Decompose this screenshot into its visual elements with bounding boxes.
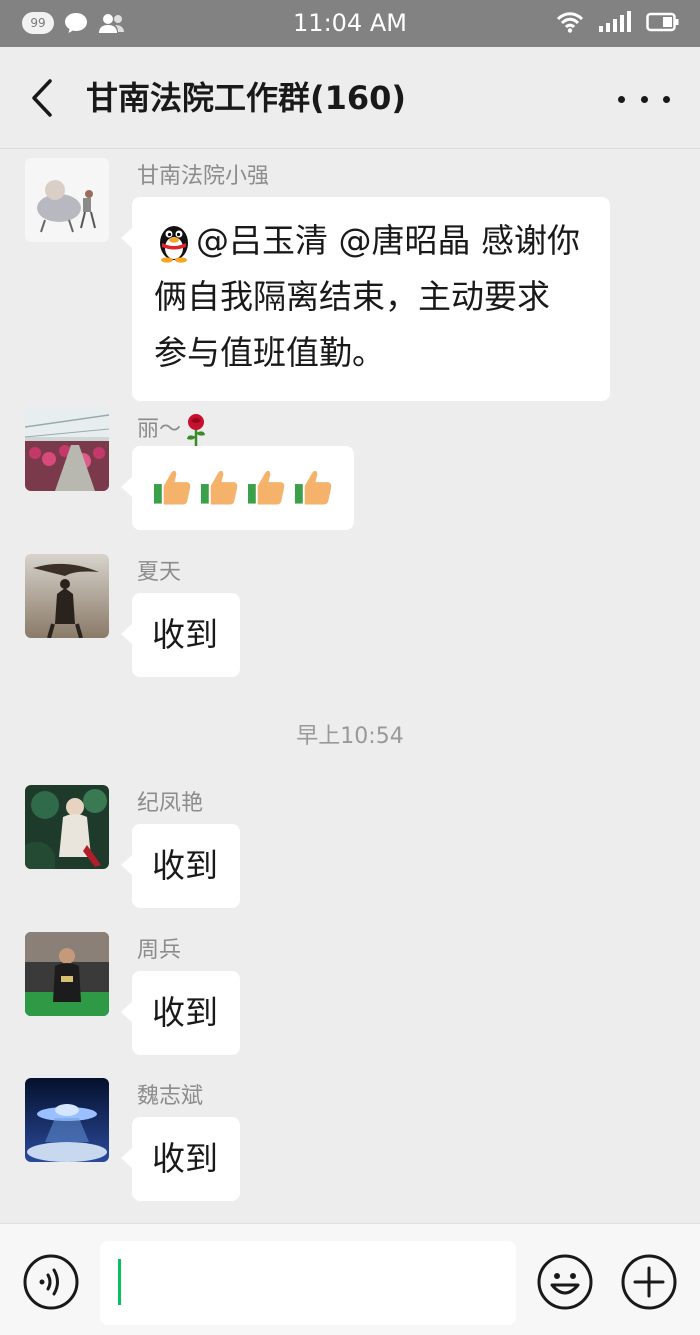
avatar-image <box>25 407 109 491</box>
thumbs-up-icon <box>247 470 285 505</box>
time-separator: 早上10:54 <box>296 724 404 749</box>
more-dots-icon <box>618 95 625 103</box>
avatar-image <box>25 932 109 1016</box>
avatar-image <box>25 785 109 869</box>
more-dot <box>663 95 670 103</box>
back-button[interactable] <box>22 77 62 119</box>
wifi-icon <box>556 12 584 33</box>
emoji-icon <box>537 1254 593 1310</box>
sender-name: 夏天 <box>137 560 182 585</box>
message-bubble[interactable]: @吕玉清 @唐昭晶 感谢你 俩自我隔离结束，主动要求 参与值班值勤。 <box>121 197 610 401</box>
plus-icon <box>621 1254 677 1310</box>
voice-icon <box>23 1254 79 1310</box>
emoji-button[interactable] <box>536 1253 594 1311</box>
message-text-line: @吕玉清 @唐昭晶 感谢你 <box>196 221 580 260</box>
avatar[interactable] <box>25 1078 109 1162</box>
message-input[interactable] <box>100 1241 516 1325</box>
status-indicators <box>556 11 680 33</box>
avatar[interactable] <box>25 158 109 242</box>
thumbs-up-icon <box>200 470 238 505</box>
sender-name: 甘南法院小强 <box>137 164 270 189</box>
sender-name: 魏志斌 <box>137 1084 204 1109</box>
sender-name: 纪凤艳 <box>137 791 204 816</box>
sender-name: 丽～ <box>137 417 182 442</box>
message-bubble[interactable] <box>121 446 354 530</box>
sender-name: 周兵 <box>137 938 182 963</box>
message-bubble[interactable]: 收到 <box>121 1117 240 1201</box>
avatar-image <box>25 1078 109 1162</box>
text-caret <box>118 1259 121 1305</box>
message-line: @吕玉清 @唐昭晶 感谢你 <box>154 213 590 269</box>
signal-icon <box>599 11 631 32</box>
status-bar: 99 11:04 AM <box>0 0 700 47</box>
avatar[interactable] <box>25 407 109 491</box>
chat-header: 甘南法院工作群(160) <box>0 47 700 149</box>
message-bubble[interactable]: 收到 <box>121 971 240 1055</box>
avatar[interactable] <box>25 554 109 638</box>
sender-name-row: 丽～ <box>137 413 209 447</box>
more-functions-button[interactable] <box>620 1253 678 1311</box>
message-text-line: 参与值班值勤。 <box>154 333 385 372</box>
avatar[interactable] <box>25 932 109 1016</box>
qq-penguin-icon <box>160 226 188 263</box>
rose-icon <box>187 414 206 446</box>
thumbs-up-row <box>152 464 334 508</box>
voice-button[interactable] <box>22 1253 80 1311</box>
input-bar <box>0 1223 700 1335</box>
thumbs-up-icon <box>294 470 332 505</box>
avatar[interactable] <box>25 785 109 869</box>
more-dot <box>640 95 648 103</box>
more-button[interactable] <box>618 87 670 111</box>
avatar-image <box>25 554 109 638</box>
thumbs-up-icon <box>153 470 191 505</box>
avatar-image <box>25 158 109 242</box>
message-bubble[interactable]: 收到 <box>121 593 240 677</box>
chat-title: 甘南法院工作群(160) <box>86 79 407 117</box>
message-text-line: 俩自我隔离结束，主动要求 <box>154 277 550 316</box>
message-list[interactable]: 甘南法院小强 @吕玉清 @唐昭晶 感谢你 俩自我隔离结束，主动要求 参与值班值勤… <box>0 150 700 1223</box>
battery-icon <box>646 12 679 32</box>
back-chevron-icon <box>32 79 52 117</box>
message-bubble[interactable]: 收到 <box>121 824 240 908</box>
